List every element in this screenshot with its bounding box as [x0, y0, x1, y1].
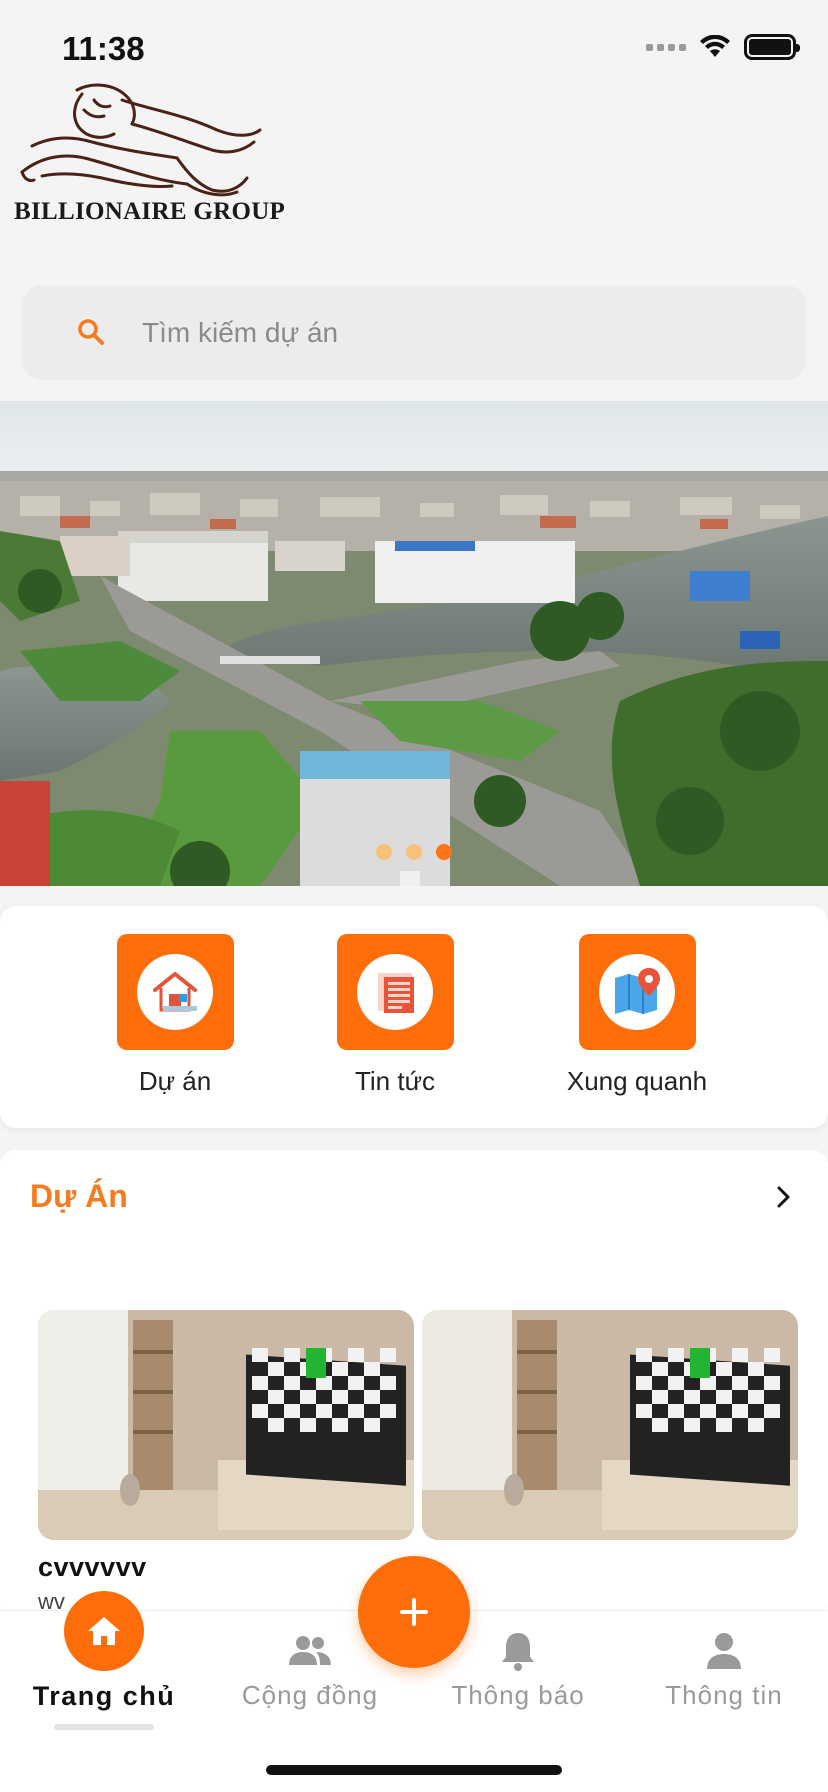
cellular-signal-icon: [646, 43, 686, 51]
tab-profile[interactable]: Thông tin: [624, 1627, 824, 1711]
status-icons: [646, 34, 800, 60]
battery-icon: [744, 34, 800, 60]
tab-label: Thông báo: [451, 1680, 585, 1710]
banner-carousel[interactable]: [0, 401, 828, 886]
chevron-right-icon[interactable]: [768, 1182, 798, 1212]
quick-action-label: Dự án: [138, 1066, 212, 1096]
tab-label: Thông tin: [665, 1680, 783, 1710]
home-indicator: [266, 1765, 562, 1775]
wifi-icon: [700, 35, 730, 57]
people-icon: [289, 1636, 331, 1665]
status-time: 11:38: [62, 30, 145, 67]
carousel-dot[interactable]: [406, 844, 422, 860]
tab-label: Trang chủ: [32, 1681, 176, 1711]
project-image: [38, 1310, 414, 1540]
add-button[interactable]: [358, 1556, 470, 1668]
brand-name: BILLIONAIRE GROUP: [14, 198, 286, 225]
person-icon: [707, 1633, 741, 1669]
bell-icon: [502, 1633, 534, 1671]
section-title: Dự Án: [30, 1178, 128, 1214]
project-name: cvvvvvv: [38, 1552, 147, 1582]
quick-action-label: Tin tức: [354, 1066, 435, 1096]
plus-icon: [400, 1598, 428, 1626]
carousel-indicator[interactable]: [0, 844, 828, 860]
quick-action-projects[interactable]: Dự án: [85, 934, 265, 1097]
carousel-dot[interactable]: [376, 844, 392, 860]
project-card[interactable]: cvvvvvv wv: [38, 1310, 414, 1615]
house-icon: [153, 972, 197, 1012]
news-icon: [378, 973, 414, 1013]
search-bar[interactable]: Tìm kiếm dự án: [22, 285, 806, 380]
carousel-dot-active[interactable]: [436, 844, 452, 860]
projects-section: Dự Án cvvvvvv wv: [0, 1150, 828, 1620]
active-tab-indicator: [54, 1724, 154, 1730]
search-input[interactable]: Tìm kiếm dự án: [142, 317, 338, 349]
search-icon: [78, 318, 104, 345]
quick-action-label: Xung quanh: [566, 1066, 708, 1096]
quick-action-news[interactable]: Tin tức: [305, 934, 485, 1097]
project-image: [422, 1310, 798, 1540]
tab-label: Cộng đồng: [241, 1680, 379, 1710]
quick-actions: Dự án Tin tức Xung quanh: [0, 906, 828, 1128]
quick-action-nearby[interactable]: Xung quanh: [547, 934, 727, 1097]
banner-image: [0, 401, 828, 886]
project-card[interactable]: [422, 1310, 798, 1552]
map-pin-icon: [615, 968, 660, 1014]
tab-home[interactable]: Trang chủ: [4, 1591, 204, 1730]
home-icon: [88, 1617, 120, 1645]
